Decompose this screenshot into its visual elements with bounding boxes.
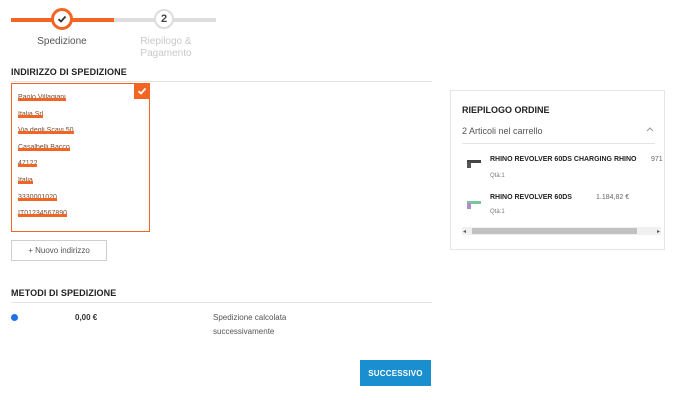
address-line: 3330001020 — [18, 194, 57, 205]
step-2-label-line-1: Riepilogo & — [140, 36, 192, 47]
order-summary-title: RIEPILOGO ORDINE — [462, 105, 550, 115]
cart-item-qty: Qtà:1 — [490, 209, 505, 215]
order-summary-panel: RIEPILOGO ORDINE 2 Articoli nel carrello… — [450, 90, 665, 250]
cart-item-qty: Qtà:1 — [490, 173, 505, 179]
shipping-option-description: Spedizione calcolata successivamente — [213, 313, 287, 336]
product-thumbnail — [467, 160, 481, 168]
address-divider — [11, 81, 432, 82]
cart-item-name: RHINO REVOLVER 60DS CHARGING RHINO — [490, 156, 637, 163]
address-line: Italia — [18, 177, 33, 188]
scrollbar-thumb[interactable] — [472, 228, 637, 234]
step-1-label: Spedizione — [37, 36, 87, 47]
address-line: Casalbelli Bacco — [18, 144, 70, 155]
cart-item-price: 1.184,82 € — [596, 194, 630, 201]
address-line: Paolo Villagiani — [18, 94, 66, 105]
step-2-label-line-2: Pagamento — [140, 48, 192, 59]
horizontal-scrollbar[interactable]: ◂ ▸ — [462, 227, 661, 235]
next-button[interactable]: SUCCESSIVO — [360, 360, 431, 386]
step-2-label: Riepilogo & Pagamento — [124, 36, 208, 60]
selected-check-badge — [134, 83, 150, 99]
address-card[interactable]: Paolo Villagiani Italia Srl Via degli Sc… — [11, 83, 150, 232]
check-icon — [57, 15, 67, 23]
new-address-button[interactable]: + Nuovo indirizzo — [11, 240, 107, 261]
scroll-right-icon[interactable]: ▸ — [657, 228, 660, 235]
shipping-option-price: 0,00 € — [75, 313, 98, 322]
step-2-circle[interactable]: 2 — [154, 9, 174, 29]
address-line: IT01234567890 — [18, 210, 68, 221]
chevron-up-icon[interactable] — [646, 124, 654, 134]
step-1-circle[interactable] — [51, 8, 73, 30]
address-line: 47122 — [18, 160, 38, 171]
check-icon — [137, 87, 147, 95]
shipping-option-radio[interactable] — [11, 314, 18, 321]
product-thumbnail — [467, 201, 481, 209]
summary-divider — [462, 143, 655, 144]
address-line: Via degli Scavi 50 — [18, 127, 74, 138]
scroll-left-icon[interactable]: ◂ — [463, 228, 466, 235]
cart-count-toggle[interactable]: 2 Articoli nel carrello — [462, 126, 543, 136]
cart-item-price: 971 — [651, 156, 663, 163]
shipping-divider — [11, 302, 432, 303]
address-line: Italia Srl — [18, 111, 44, 122]
shipping-methods-title: METODI DI SPEDIZIONE — [11, 288, 117, 298]
cart-item-name: RHINO REVOLVER 60DS — [490, 194, 572, 201]
address-section-title: INDIRIZZO DI SPEDIZIONE — [11, 67, 127, 77]
